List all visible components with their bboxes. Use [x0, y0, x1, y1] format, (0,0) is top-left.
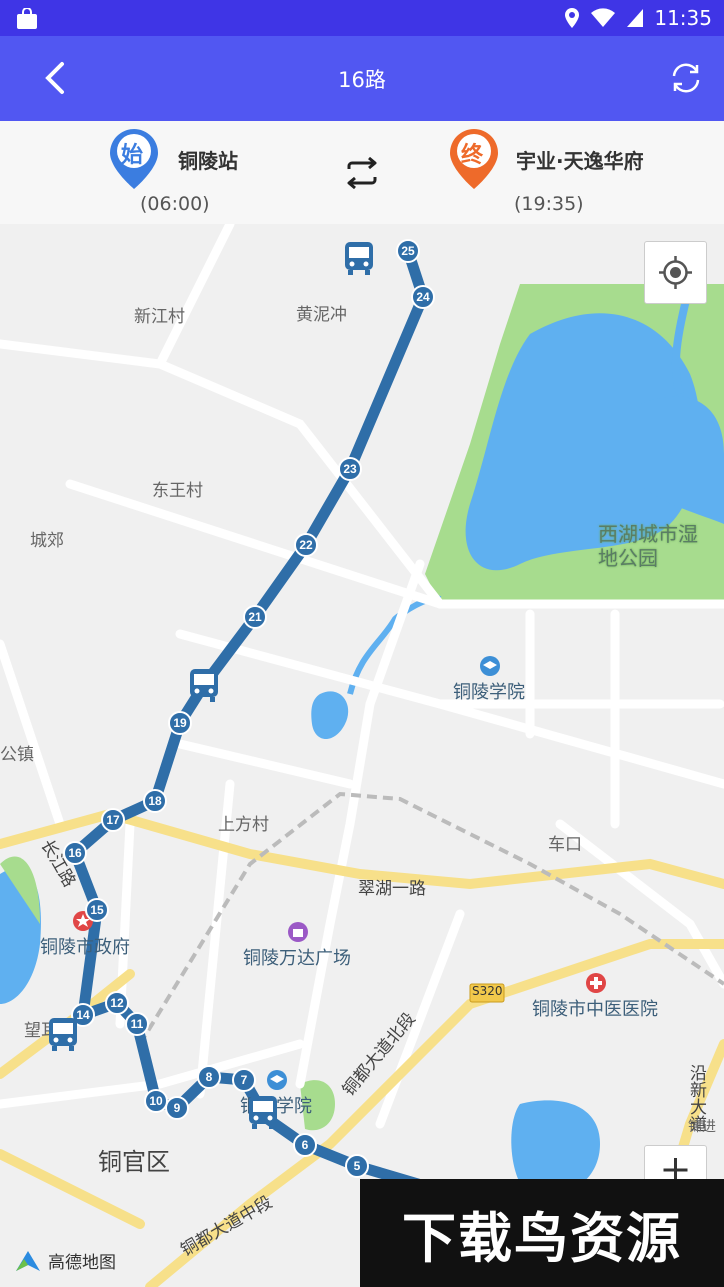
- route-stop[interactable]: 17: [101, 808, 125, 832]
- page-title: 16路: [338, 68, 386, 92]
- school-icon: [267, 1070, 287, 1090]
- poi-wanda-label: 铜陵万达广场: [243, 948, 351, 969]
- bus-icon[interactable]: [189, 668, 219, 702]
- status-time: 11:35: [654, 6, 712, 30]
- route-header: 始 铜陵站 (06:00) 终 宇业·天逸华府 (19:35): [0, 121, 724, 224]
- route-stop[interactable]: 7: [232, 1068, 256, 1092]
- route-stop[interactable]: 10: [144, 1089, 168, 1113]
- refresh-icon[interactable]: [668, 60, 704, 96]
- amap-logo-icon: [16, 1250, 40, 1271]
- map-base: [0, 224, 724, 1287]
- locate-button[interactable]: [644, 241, 707, 304]
- bus-icon[interactable]: [344, 241, 374, 275]
- route-stop[interactable]: 8: [197, 1065, 221, 1089]
- poi-college-label: 铜陵学院: [453, 682, 525, 703]
- route-stop[interactable]: 19: [168, 711, 192, 735]
- destination-stop[interactable]: 终 宇业·天逸华府 (19:35): [448, 121, 718, 224]
- origin-stop[interactable]: 始 铜陵站 (06:00): [108, 121, 328, 224]
- route-stop[interactable]: 12: [105, 991, 129, 1015]
- route-stop[interactable]: 11: [125, 1012, 149, 1036]
- bus-icon[interactable]: [48, 1017, 78, 1051]
- route-stop[interactable]: 25: [396, 239, 420, 263]
- road-shield-label: S320: [472, 984, 503, 998]
- place-label: 锦进: [688, 1119, 716, 1135]
- poi-hospital-label: 铜陵市中医医院: [532, 999, 658, 1020]
- location-icon: [565, 8, 580, 28]
- place-label: 公镇: [0, 745, 34, 765]
- place-label: 车口: [548, 835, 582, 855]
- route-map[interactable]: 新江村 黄泥冲 东王村 城郊 公镇 上方村 车口 翠湖一路 铜官区 望耳 铜都大…: [0, 224, 724, 1287]
- route-stop[interactable]: 22: [294, 533, 318, 557]
- wifi-icon: [591, 8, 616, 27]
- destination-badge: 终: [461, 143, 484, 168]
- app-bar: 16路: [0, 36, 724, 121]
- crosshair-icon: [659, 256, 692, 289]
- route-stop[interactable]: 6: [293, 1133, 317, 1157]
- swap-direction-icon[interactable]: [344, 157, 380, 189]
- road-label: 翠湖一路: [358, 879, 426, 899]
- signal-icon: [627, 9, 644, 27]
- park-label: 西湖城市湿地公园: [598, 522, 698, 570]
- route-stop[interactable]: 24: [411, 285, 435, 309]
- place-label: 城郊: [30, 531, 64, 551]
- watermark: 下载鸟资源: [360, 1179, 724, 1287]
- route-stop[interactable]: 23: [338, 457, 362, 481]
- place-label: 东王村: [152, 481, 203, 501]
- route-stop[interactable]: 5: [345, 1154, 369, 1178]
- place-label: 黄泥冲: [296, 305, 347, 325]
- college-icon: [480, 656, 500, 676]
- poi-gov-label: 铜陵市政府: [40, 937, 130, 958]
- destination-time: (19:35): [514, 193, 584, 215]
- destination-name: 宇业·天逸华府: [516, 149, 644, 173]
- origin-name: 铜陵站: [178, 149, 238, 173]
- bus-icon[interactable]: [248, 1095, 278, 1129]
- map-provider-logo: 高德地图: [14, 1248, 116, 1273]
- district-label: 铜官区: [98, 1148, 170, 1176]
- status-bar: 11:35: [0, 0, 724, 36]
- place-label: 上方村: [218, 815, 269, 835]
- route-stop[interactable]: 16: [63, 841, 87, 865]
- hospital-icon: [586, 973, 606, 993]
- origin-badge: 始: [121, 143, 144, 168]
- place-label: 新江村: [134, 307, 185, 327]
- route-stop[interactable]: 9: [165, 1096, 189, 1120]
- shopping-icon: [288, 922, 308, 942]
- route-stop[interactable]: 15: [85, 898, 109, 922]
- provider-name: 高德地图: [48, 1253, 116, 1273]
- origin-time: (06:00): [140, 193, 210, 215]
- route-stop[interactable]: 18: [143, 789, 167, 813]
- shopping-bag-icon: [17, 8, 37, 29]
- route-stop[interactable]: 21: [243, 605, 267, 629]
